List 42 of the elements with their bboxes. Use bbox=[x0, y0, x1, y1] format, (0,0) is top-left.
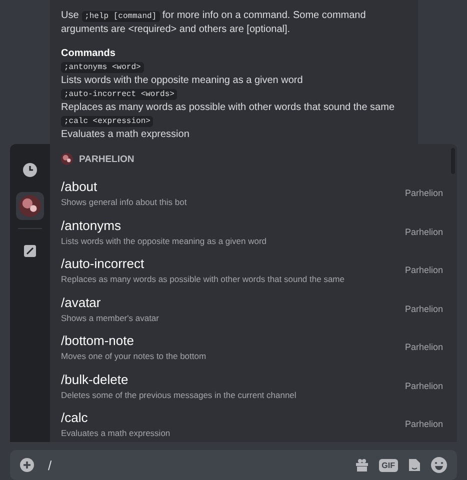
command-description: Shows a member's avatar bbox=[61, 312, 159, 323]
command-description: Shows general info about this bot bbox=[61, 197, 187, 208]
command-usage: ;calc <expression> bbox=[61, 116, 154, 127]
command-source: Parhelion bbox=[404, 265, 443, 276]
section-heading: Commands bbox=[61, 47, 116, 60]
command-usage: ;auto-incorrect <words> bbox=[61, 89, 178, 100]
command-description: Deletes some of the previous messages in the current channel bbox=[61, 390, 296, 400]
help-text: Use ;help [command] for more info on a command. Some command arguments are <required> and others are [optional]. bbox=[61, 9, 367, 36]
command-name[interactable]: /bulk-delete bbox=[61, 372, 128, 387]
sticker-icon[interactable] bbox=[408, 458, 421, 472]
command-description: Evaluates a math expression bbox=[61, 128, 190, 141]
pencil-icon bbox=[24, 245, 36, 257]
command-description: Evaluates a math expression bbox=[61, 428, 170, 438]
emoji-icon[interactable] bbox=[431, 457, 447, 473]
command-source: Parhelion bbox=[404, 342, 443, 352]
command-name[interactable]: /avatar bbox=[61, 294, 101, 310]
category-tab[interactable] bbox=[16, 192, 44, 220]
inline-code: ;help [command] bbox=[82, 11, 160, 22]
command-name[interactable]: /auto-incorrect bbox=[61, 256, 144, 272]
command-name[interactable]: /calc bbox=[61, 410, 88, 426]
bot-avatar bbox=[61, 153, 73, 165]
gift-icon[interactable] bbox=[354, 458, 369, 472]
command-description: Replaces as many words as possible with other words that sound the same bbox=[61, 101, 396, 114]
bot-avatar bbox=[19, 195, 41, 217]
command-name[interactable]: /antonyms bbox=[61, 218, 121, 233]
add-icon[interactable] bbox=[20, 458, 34, 472]
command-source: Parhelion bbox=[404, 188, 443, 198]
command-name[interactable]: /about bbox=[61, 179, 98, 194]
section-title: PARHELION bbox=[79, 154, 134, 164]
command-description: Lists words with the opposite meaning as a given word bbox=[61, 74, 304, 87]
command-source: Parhelion bbox=[404, 419, 443, 430]
message-field[interactable]: / GIF bbox=[10, 450, 457, 480]
command-usage: ;antonyms <word> bbox=[61, 62, 144, 73]
command-description: Moves one of your notes to the bottom bbox=[61, 351, 206, 362]
clock-icon bbox=[23, 163, 37, 177]
command-description: Lists words with the opposite meaning as a given word bbox=[61, 236, 267, 246]
command-source: Parhelion bbox=[404, 304, 443, 314]
command-source: Parhelion bbox=[404, 226, 443, 237]
command-name[interactable]: /bottom-note bbox=[61, 333, 134, 348]
command-description: Replaces as many words as possible with other words that sound the same bbox=[61, 274, 344, 284]
command-source: Parhelion bbox=[404, 380, 443, 391]
gif-button[interactable]: GIF bbox=[378, 458, 398, 472]
